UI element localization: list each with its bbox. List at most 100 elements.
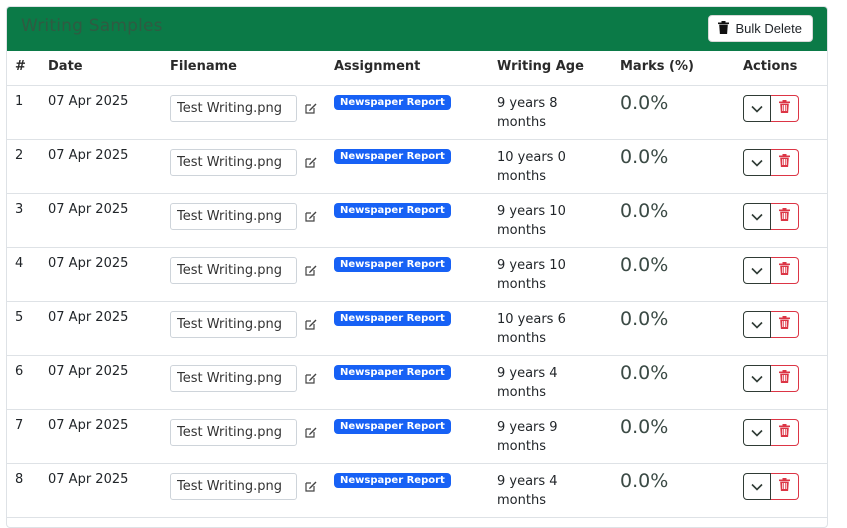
- delete-row-button[interactable]: [771, 364, 799, 392]
- delete-row-button[interactable]: [771, 256, 799, 284]
- expand-row-button[interactable]: [743, 472, 771, 500]
- delete-row-button[interactable]: [771, 418, 799, 446]
- filename-cell: [170, 301, 334, 356]
- expand-row-button[interactable]: [743, 310, 771, 338]
- assignment-cell: Newspaper Report: [334, 247, 497, 302]
- delete-row-button[interactable]: [771, 94, 799, 122]
- table-header-row: # Date Filename Assignment Writing Age M…: [7, 51, 827, 86]
- marks-value: 0.0%: [620, 415, 669, 438]
- filename-input[interactable]: [170, 94, 297, 122]
- chevron-down-icon: [751, 317, 763, 332]
- expand-row-button[interactable]: [743, 202, 771, 230]
- assignment-cell: Newspaper Report: [334, 409, 497, 464]
- column-header-marks: Marks (%): [620, 51, 743, 86]
- chevron-down-icon: [751, 209, 763, 224]
- column-header-writing-age: Writing Age: [497, 51, 620, 86]
- row-number: 4: [7, 247, 48, 302]
- assignment-badge: Newspaper Report: [334, 256, 451, 272]
- table-row: 5 07 Apr 2025 Newspaper Report 10 years …: [7, 301, 827, 356]
- edit-icon[interactable]: [305, 372, 317, 384]
- row-number: 6: [7, 355, 48, 410]
- marks-cell: 0.0%: [620, 247, 743, 302]
- assignment-badge: Newspaper Report: [334, 94, 451, 110]
- actions-cell: [743, 85, 827, 140]
- row-number: 2: [7, 139, 48, 194]
- edit-icon[interactable]: [305, 102, 317, 114]
- filename-cell: [170, 85, 334, 140]
- delete-row-button[interactable]: [771, 472, 799, 500]
- chevron-down-icon: [751, 425, 763, 440]
- row-number: 8: [7, 463, 48, 518]
- filename-input[interactable]: [170, 472, 297, 500]
- filename-input[interactable]: [170, 148, 297, 176]
- actions-cell: [743, 139, 827, 194]
- chevron-down-icon: [751, 155, 763, 170]
- writing-age-cell: 9 years 10 months: [497, 193, 620, 248]
- writing-age-cell: 9 years 4 months: [497, 355, 620, 410]
- row-date: 07 Apr 2025: [48, 301, 170, 356]
- table-row: 1 07 Apr 2025 Newspaper Report 9 years 8…: [7, 85, 827, 140]
- edit-icon[interactable]: [305, 264, 317, 276]
- marks-cell: 0.0%: [620, 463, 743, 518]
- marks-cell: 0.0%: [620, 85, 743, 140]
- writing-age: 10 years 0 months: [497, 149, 566, 184]
- actions-cell: [743, 247, 827, 302]
- edit-icon[interactable]: [305, 426, 317, 438]
- card-header: Writing Samples Bulk Delete: [7, 7, 827, 51]
- row-date: 07 Apr 2025: [48, 463, 170, 518]
- edit-icon[interactable]: [305, 210, 317, 222]
- marks-value: 0.0%: [620, 361, 669, 384]
- column-header-assignment: Assignment: [334, 51, 497, 86]
- marks-cell: 0.0%: [620, 355, 743, 410]
- expand-row-button[interactable]: [743, 364, 771, 392]
- trash-icon: [717, 20, 729, 37]
- actions-cell: [743, 409, 827, 464]
- filename-cell: [170, 463, 334, 518]
- row-number: 1: [7, 85, 48, 140]
- edit-icon[interactable]: [305, 156, 317, 168]
- delete-row-button[interactable]: [771, 202, 799, 230]
- bulk-delete-button[interactable]: Bulk Delete: [707, 15, 813, 42]
- assignment-badge: Newspaper Report: [334, 310, 451, 326]
- trash-icon: [779, 370, 790, 386]
- edit-icon[interactable]: [305, 480, 317, 492]
- assignment-cell: Newspaper Report: [334, 139, 497, 194]
- filename-input[interactable]: [170, 418, 297, 446]
- trash-icon: [779, 154, 790, 170]
- table-row: 2 07 Apr 2025 Newspaper Report 10 years …: [7, 139, 827, 194]
- table-row: 6 07 Apr 2025 Newspaper Report 9 years 4…: [7, 355, 827, 410]
- delete-row-button[interactable]: [771, 148, 799, 176]
- assignment-cell: Newspaper Report: [334, 301, 497, 356]
- trash-icon: [779, 316, 790, 332]
- edit-icon[interactable]: [305, 318, 317, 330]
- marks-value: 0.0%: [620, 199, 669, 222]
- expand-row-button[interactable]: [743, 94, 771, 122]
- filename-input[interactable]: [170, 364, 297, 392]
- assignment-badge: Newspaper Report: [334, 202, 451, 218]
- marks-value: 0.0%: [620, 145, 669, 168]
- filename-input[interactable]: [170, 202, 297, 230]
- row-number: 7: [7, 409, 48, 464]
- marks-value: 0.0%: [620, 469, 669, 492]
- marks-value: 0.0%: [620, 307, 669, 330]
- chevron-down-icon: [751, 479, 763, 494]
- writing-age: 9 years 10 months: [497, 203, 566, 238]
- writing-age: 10 years 6 months: [497, 311, 566, 346]
- filename-input[interactable]: [170, 256, 297, 284]
- row-date: 07 Apr 2025: [48, 409, 170, 464]
- assignment-cell: Newspaper Report: [334, 355, 497, 410]
- expand-row-button[interactable]: [743, 256, 771, 284]
- expand-row-button[interactable]: [743, 148, 771, 176]
- row-date: 07 Apr 2025: [48, 139, 170, 194]
- marks-value: 0.0%: [620, 91, 669, 114]
- writing-age: 9 years 8 months: [497, 95, 558, 130]
- expand-row-button[interactable]: [743, 418, 771, 446]
- actions-cell: [743, 193, 827, 248]
- chevron-down-icon: [751, 101, 763, 116]
- assignment-badge: Newspaper Report: [334, 472, 451, 488]
- delete-row-button[interactable]: [771, 310, 799, 338]
- chevron-down-icon: [751, 263, 763, 278]
- actions-cell: [743, 463, 827, 518]
- filename-input[interactable]: [170, 310, 297, 338]
- row-date: 07 Apr 2025: [48, 247, 170, 302]
